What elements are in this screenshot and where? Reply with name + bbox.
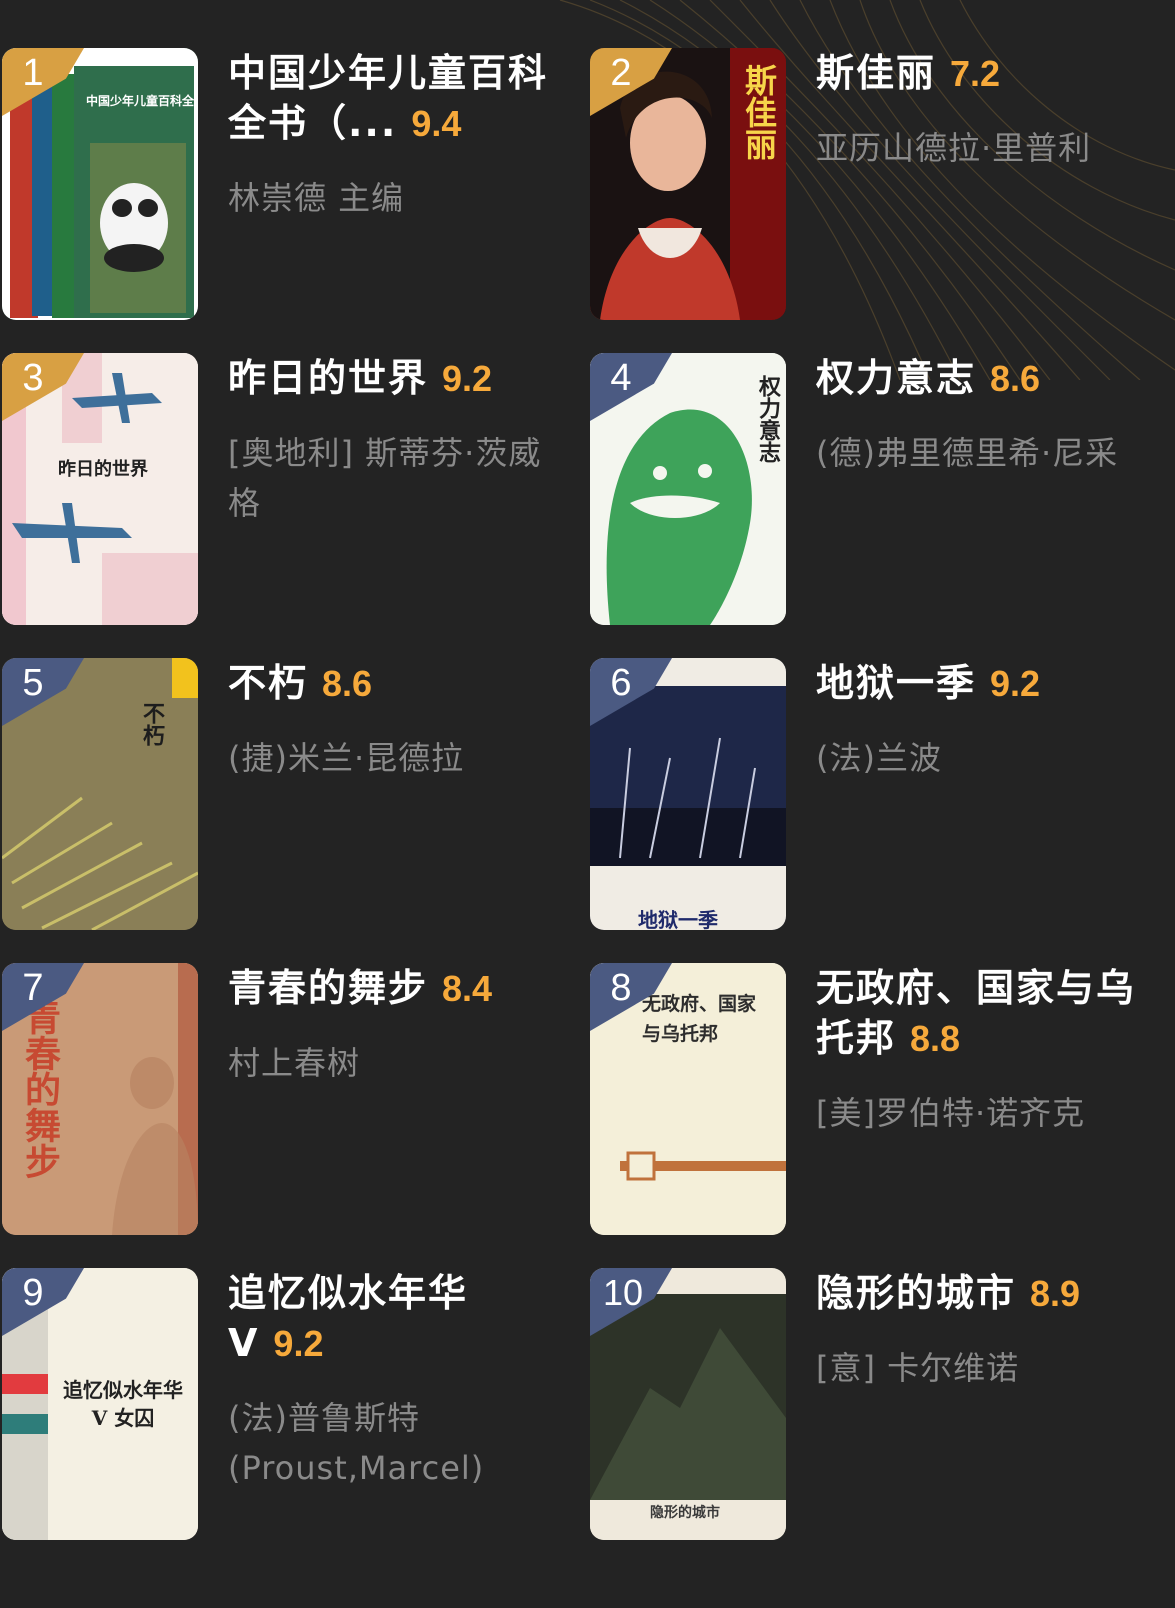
book-item[interactable]: 昨日的世界 3 昨日的世界 9.2 [奥地利] 斯蒂芬·茨威格 [2,353,562,625]
rank-number: 5 [22,662,44,704]
book-title[interactable]: 中国少年儿童百科全书（... [228,51,548,145]
book-author: 村上春树 [228,1044,361,1082]
book-item[interactable]: 中国少年儿童百科全书 1 中国少年儿童百科全书（... 9.4 林崇德 主编 [2,48,562,320]
book-title-line[interactable]: 无政府、国家与乌托邦 8.8 [816,963,1136,1064]
book-title-line[interactable]: 青春的舞步 8.4 [228,963,548,1014]
book-author: 亚历山德拉·里普利 [816,129,1092,167]
book-title[interactable]: 青春的舞步 [228,966,428,1010]
book-rating: 8.6 [990,358,1041,399]
book-cover[interactable]: 青春的舞步 7 [2,963,198,1235]
book-cover[interactable]: 斯佳丽 2 [590,48,786,320]
rank-number: 6 [610,662,632,704]
book-title[interactable]: 不朽 [228,661,308,705]
book-info: 隐形的城市 8.9 [意] 卡尔维诺 [816,1268,1136,1393]
book-cover[interactable]: 权力意志 4 [590,353,786,625]
book-cover[interactable]: 隐形的城市 10 [590,1268,786,1540]
book-title-line[interactable]: 不朽 8.6 [228,658,548,709]
book-title[interactable]: 斯佳丽 [816,51,936,95]
book-title-line[interactable]: 地狱一季 9.2 [816,658,1136,709]
book-author: [美]罗伯特·诺齐克 [816,1094,1086,1132]
cover-title: 昨日的世界 [58,459,148,480]
book-item[interactable]: 斯佳丽 2 斯佳丽 7.2 亚历山德拉·里普利 [590,48,1150,320]
book-title[interactable]: 无政府、国家与乌托邦 [816,966,1136,1060]
book-item[interactable]: 隐形的城市 10 隐形的城市 8.9 [意] 卡尔维诺 [590,1268,1150,1540]
book-info: 斯佳丽 7.2 亚历山德拉·里普利 [816,48,1136,173]
book-rating: 9.2 [442,358,493,399]
book-info: 昨日的世界 9.2 [奥地利] 斯蒂芬·茨威格 [228,353,548,528]
book-title-line[interactable]: 权力意志 8.6 [816,353,1136,404]
book-rating: 9.2 [990,663,1041,704]
rank-number: 10 [602,1272,644,1313]
book-item[interactable]: 不朽 5 不朽 8.6 (捷)米兰·昆德拉 [2,658,562,930]
rank-number: 4 [610,357,632,399]
rank-number: 9 [22,1272,44,1314]
book-author: (捷)米兰·昆德拉 [228,739,465,777]
book-item[interactable]: 青春的舞步 7 青春的舞步 8.4 村上春树 [2,963,562,1235]
book-rating: 8.4 [442,968,493,1009]
book-title[interactable]: 昨日的世界 [228,356,428,400]
book-title-line[interactable]: 斯佳丽 7.2 [816,48,1136,99]
cover-title: 无政府、国家与乌托邦 [642,993,757,1045]
book-item[interactable]: 追忆似水年华 V 女囚 9 追忆似水年华 V 9.2 (法)普鲁斯特 (Prous… [2,1268,562,1540]
book-rating: 9.2 [273,1323,324,1364]
book-title-line[interactable]: 中国少年儿童百科全书（... 9.4 [228,48,548,149]
cover-title: 隐形的城市 [650,1505,720,1521]
book-cover[interactable]: 无政府、国家与乌托邦 8 [590,963,786,1235]
rank-number: 1 [22,52,44,94]
cover-title: 青春的舞步 [19,999,61,1179]
book-rating: 9.4 [411,103,462,144]
book-info: 权力意志 8.6 (德)弗里德里希·尼采 [816,353,1136,478]
book-info: 无政府、国家与乌托邦 8.8 [美]罗伯特·诺齐克 [816,963,1136,1138]
book-author: [意] 卡尔维诺 [816,1349,1020,1387]
cover-title: 追忆似水年华 V 女囚 [63,1378,183,1430]
book-rating: 8.9 [1030,1273,1081,1314]
book-info: 追忆似水年华 V 9.2 (法)普鲁斯特 (Proust,Marcel) [228,1268,548,1493]
cover-title: 斯佳丽 [740,64,778,160]
cover-title: 权力意志 [755,375,781,463]
book-info: 青春的舞步 8.4 村上春树 [228,963,548,1088]
book-title-line[interactable]: 昨日的世界 9.2 [228,353,548,404]
book-title-line[interactable]: 隐形的城市 8.9 [816,1268,1136,1319]
book-cover[interactable]: 追忆似水年华 V 女囚 9 [2,1268,198,1540]
book-item[interactable]: 权力意志 4 权力意志 8.6 (德)弗里德里希·尼采 [590,353,1150,625]
book-rating: 8.6 [322,663,373,704]
book-rating: 7.2 [950,53,1001,94]
book-title[interactable]: 权力意志 [816,356,976,400]
book-title[interactable]: 隐形的城市 [816,1271,1016,1315]
book-cover[interactable]: 不朽 5 [2,658,198,930]
book-author: (法)兰波 [816,739,942,777]
book-rating: 8.8 [910,1018,961,1059]
book-title-line[interactable]: 追忆似水年华 V 9.2 [228,1268,548,1369]
book-cover[interactable]: 中国少年儿童百科全书 1 [2,48,198,320]
rank-number: 8 [610,967,632,1009]
book-info: 地狱一季 9.2 (法)兰波 [816,658,1136,783]
rank-number: 3 [22,357,44,399]
book-info: 不朽 8.6 (捷)米兰·昆德拉 [228,658,548,783]
cover-title: 中国少年儿童百科全书 [86,94,198,108]
rank-number: 2 [610,52,632,94]
book-author: 林崇德 主编 [228,179,405,217]
book-item[interactable]: 地狱一季 6 地狱一季 9.2 (法)兰波 [590,658,1150,930]
ranking-list: 中国少年儿童百科全书 1 中国少年儿童百科全书（... 9.4 林崇德 主编 斯佳… [0,0,1175,1608]
cover-title: 不朽 [139,702,165,746]
book-cover[interactable]: 昨日的世界 3 [2,353,198,625]
cover-title: 地狱一季 [638,908,718,930]
book-author: (德)弗里德里希·尼采 [816,434,1119,472]
book-title[interactable]: 地狱一季 [816,661,976,705]
book-title[interactable]: 追忆似水年华 V [228,1271,468,1365]
rank-number: 7 [22,967,44,1009]
book-author: [奥地利] 斯蒂芬·茨威格 [228,434,542,522]
book-author: (法)普鲁斯特 (Proust,Marcel) [228,1399,485,1487]
book-info: 中国少年儿童百科全书（... 9.4 林崇德 主编 [228,48,548,223]
book-item[interactable]: 无政府、国家与乌托邦 8 无政府、国家与乌托邦 8.8 [美]罗伯特·诺齐克 [590,963,1150,1235]
book-cover[interactable]: 地狱一季 6 [590,658,786,930]
